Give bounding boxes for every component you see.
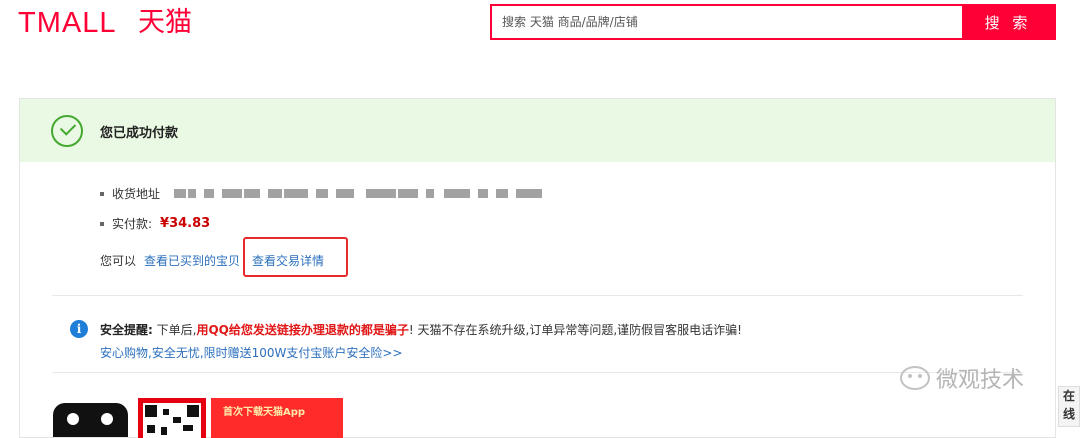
blurred-address xyxy=(174,189,543,198)
notice-text-after: ! 天猫不存在系统升级,订单异常等问题,谨防假冒客服电话诈骗! xyxy=(408,323,742,337)
logo-chinese: 天猫 xyxy=(138,7,192,38)
search-button[interactable]: 搜 索 xyxy=(962,6,1054,38)
watermark: 微观技术 xyxy=(900,362,1024,394)
bullet-icon xyxy=(100,221,104,226)
app-promo-banner[interactable]: 首次下载天猫App xyxy=(53,395,343,438)
bullet-icon xyxy=(100,191,104,196)
info-icon: i xyxy=(70,320,88,338)
divider xyxy=(52,372,1023,373)
address-label: 收货地址 xyxy=(112,187,161,201)
security-insurance: 安心购物,安全无忧,限时赠送100W支付宝账户安全险>> xyxy=(100,344,403,361)
panda-mascot-icon xyxy=(53,403,128,437)
paid-label: 实付款: xyxy=(112,217,153,231)
success-banner: 您已成功付款 xyxy=(20,99,1055,162)
logo-wordmark: TMALL xyxy=(18,7,117,39)
notice-text-before: 下单后, xyxy=(156,323,197,337)
view-bought-items-link[interactable]: 查看已买到的宝贝 xyxy=(144,252,240,269)
check-circle-icon xyxy=(51,115,83,147)
notice-warning: 用QQ给您发送链接办理退款的都是骗子 xyxy=(196,323,409,337)
wechat-icon xyxy=(900,366,930,390)
notice-title: 安全提醒: xyxy=(100,323,153,337)
search-input[interactable] xyxy=(492,6,962,38)
address-row: 收货地址 xyxy=(100,185,543,202)
divider xyxy=(52,295,1023,296)
qr-code-icon xyxy=(138,398,206,438)
paid-amount: ¥34.83 xyxy=(160,216,211,231)
success-title: 您已成功付款 xyxy=(100,126,179,141)
watermark-text: 微观技术 xyxy=(936,368,1025,393)
online-service-tab[interactable]: 在线 xyxy=(1058,386,1080,427)
security-notice: 安全提醒: 下单后,用QQ给您发送链接办理退款的都是骗子! 天猫不存在系统升级,… xyxy=(100,321,742,338)
paid-row: 实付款: ¥34.83 xyxy=(100,215,210,232)
search-bar: 搜 索 xyxy=(490,4,1056,40)
insurance-link[interactable]: 安心购物,安全无忧,限时赠送100W支付宝账户安全险>> xyxy=(100,346,403,360)
you-can-label: 您可以 xyxy=(100,254,137,268)
promo-ribbon: 首次下载天猫App xyxy=(211,398,343,438)
tmall-logo[interactable]: TMALL 天猫 xyxy=(18,6,218,40)
highlight-box xyxy=(243,237,348,277)
